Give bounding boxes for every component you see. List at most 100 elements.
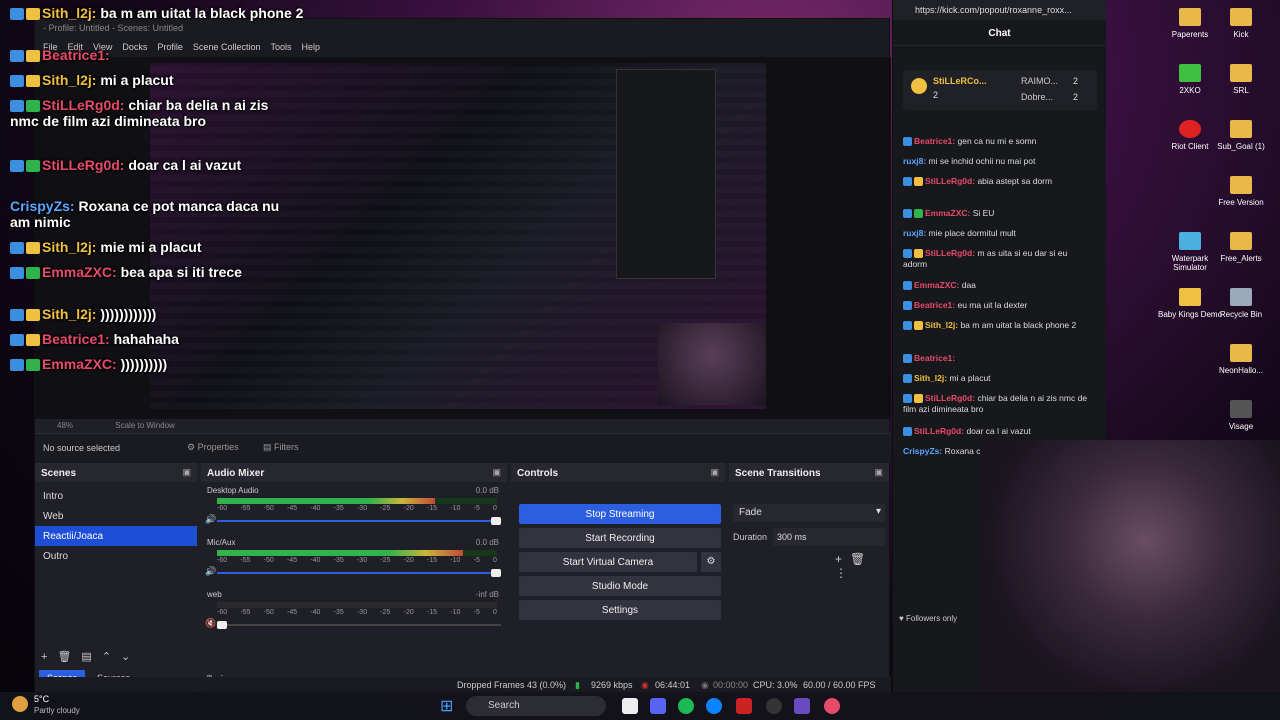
gold-medal-icon: [911, 78, 927, 94]
audio-mixer-header: Audio Mixer ▣: [201, 464, 507, 482]
desktop-icon-srl[interactable]: SRL: [1206, 64, 1276, 95]
spotify-icon[interactable]: [678, 698, 694, 714]
obs-title-bar: - Profile: Untitled - Scenes: Untitled: [35, 19, 889, 39]
slider-knob[interactable]: [491, 569, 501, 577]
more-options-icon[interactable]: ⋮: [835, 566, 855, 580]
app-icon[interactable]: [736, 698, 752, 714]
dock-menu-icon[interactable]: ▣: [492, 467, 501, 478]
windows-start-icon[interactable]: ⊞: [440, 696, 453, 716]
badge-icon: [10, 8, 24, 21]
remove-transition-icon[interactable]: 🗑: [850, 552, 873, 566]
weather-icon[interactable]: [12, 696, 28, 712]
zoom-level[interactable]: 48%: [57, 421, 73, 430]
scene-item-web[interactable]: Web: [35, 506, 197, 526]
dock-menu-icon[interactable]: ▣: [874, 467, 883, 478]
dropped-frames: Dropped Frames 43 (0.0%): [457, 680, 567, 690]
task-view-icon[interactable]: [622, 698, 638, 714]
speaker-icon[interactable]: 🔊: [205, 514, 216, 525]
desktop-icon-free-version[interactable]: Free Version: [1206, 176, 1276, 207]
studio-mode-button[interactable]: Studio Mode: [519, 576, 721, 596]
app-icon[interactable]: [794, 698, 810, 714]
status-bar: Dropped Frames 43 (0.0%) ▮ 9269 kbps ◉ 0…: [35, 677, 891, 693]
volume-slider[interactable]: [217, 569, 501, 577]
desktop-icon-neonhallo[interactable]: NeonHallo...: [1206, 344, 1276, 375]
nested-chat-thumbnail: [616, 69, 716, 279]
duration-input[interactable]: 300 ms: [773, 528, 885, 546]
transition-select[interactable]: Fade ▾: [733, 504, 885, 522]
menu-docks[interactable]: Docks: [122, 42, 147, 54]
chat-message: Beatrice1: eu ma uit la dexter: [903, 300, 1089, 311]
overlay-chat-line: StiLLeRg0d: doar ca l ai vazut: [10, 157, 280, 173]
chat-message: StiLLeRg0d: m as uita si eu dar si eu ad…: [903, 248, 1068, 269]
remove-scene-icon[interactable]: 🗑: [57, 651, 81, 663]
scene-item-intro[interactable]: Intro: [35, 486, 197, 506]
badge-icon: [10, 50, 24, 63]
properties-button[interactable]: ⚙ Properties: [187, 442, 239, 453]
start-recording-button[interactable]: Start Recording: [519, 528, 721, 548]
filters-button[interactable]: ▤ Filters: [263, 442, 299, 453]
stop-streaming-button[interactable]: Stop Streaming: [519, 504, 721, 524]
overlay-chat-line: Sith_l2j: mi a placut: [10, 72, 174, 88]
volume-slider[interactable]: [217, 621, 501, 629]
top-gifter-2-count: 2: [1073, 76, 1079, 86]
live-icon: ◉: [641, 680, 649, 690]
overlay-chat-line: EmmaZXC: )))))))))): [10, 356, 167, 372]
start-virtual-camera-button[interactable]: Start Virtual Camera: [519, 552, 697, 572]
scene-transitions-header: Scene Transitions ▣: [729, 464, 889, 482]
scene-item-outro[interactable]: Outro: [35, 546, 197, 566]
badge-icon: [26, 359, 40, 372]
scale-mode[interactable]: Scale to Window: [115, 421, 175, 430]
badge-icon: [26, 75, 40, 88]
recycle-bin-icon[interactable]: Recycle Bin: [1206, 288, 1276, 319]
chat-message: ruxj8: mie place dormitul mult: [903, 228, 1016, 238]
badge-icon: [26, 267, 40, 280]
fps: 60.00 / 60.00 FPS: [803, 680, 876, 690]
top-gifter-1-count: 2: [933, 90, 939, 100]
muted-speaker-icon[interactable]: 🔇: [205, 618, 216, 629]
slider-knob[interactable]: [491, 517, 501, 525]
slider-knob[interactable]: [217, 621, 227, 629]
edge-icon[interactable]: [706, 698, 722, 714]
volume-slider[interactable]: [217, 517, 501, 525]
followers-only-label: ♥ Followers only: [899, 614, 958, 623]
speaker-icon[interactable]: 🔊: [205, 566, 216, 577]
settings-button[interactable]: Settings: [519, 600, 721, 620]
desktop-icon-kick[interactable]: Kick: [1206, 8, 1276, 39]
overlay-chat-line: Sith_l2j: )))))))))))): [10, 306, 156, 322]
zoom-bar: 48% Scale to Window: [35, 419, 891, 433]
mixer-channel-web: web -inf dB -60 -55 -50 -45 -40 -35 -30 -25 -20-…: [201, 590, 501, 640]
badge-icon: [10, 242, 24, 255]
taskbar-search[interactable]: Search: [466, 696, 606, 716]
desktop-icon-sub-goal[interactable]: Sub_Goal (1): [1206, 120, 1276, 151]
move-down-icon[interactable]: ⌄: [121, 651, 140, 663]
menu-help[interactable]: Help: [301, 42, 320, 54]
app-icon[interactable]: [824, 698, 840, 714]
controls-dock: Controls ▣ Stop Streaming Start Recording…: [511, 463, 725, 695]
signal-icon: ▮: [575, 680, 580, 690]
badge-icon: [26, 334, 40, 347]
add-transition-icon[interactable]: +: [835, 552, 850, 566]
chat-message: Beatrice1:: [903, 353, 1089, 364]
dock-menu-icon[interactable]: ▣: [182, 467, 191, 478]
weather-desc: Partly cloudy: [34, 706, 80, 715]
obs-taskbar-icon[interactable]: [766, 698, 782, 714]
menu-tools[interactable]: Tools: [270, 42, 291, 54]
overlay-chat-line: Beatrice1: hahahaha: [10, 331, 179, 347]
add-scene-icon[interactable]: +: [41, 651, 57, 663]
scene-filter-icon[interactable]: ▤: [81, 651, 101, 663]
menu-profile[interactable]: Profile: [157, 42, 183, 54]
discord-icon[interactable]: [650, 698, 666, 714]
badge-icon: [10, 75, 24, 88]
address-bar[interactable]: https://kick.com/popout/roxanne_roxx...: [893, 0, 1106, 20]
move-up-icon[interactable]: ⌃: [102, 651, 121, 663]
desktop-icon-free-alerts[interactable]: Free_Alerts: [1206, 232, 1276, 263]
menu-scene-collection[interactable]: Scene Collection: [193, 42, 261, 54]
chat-message: Beatrice1: gen ca nu mi e somn: [903, 136, 1089, 147]
virtual-camera-settings-icon[interactable]: ⚙: [701, 552, 721, 572]
dock-menu-icon[interactable]: ▣: [710, 467, 719, 478]
desktop-icon-visage[interactable]: Visage: [1206, 400, 1276, 431]
overlay-chat-line: StiLLeRg0d: chiar ba delia n ai zis nmc …: [10, 97, 269, 129]
top-gifter-3: Dobre...: [1021, 92, 1054, 102]
record-time: 00:00:00: [713, 680, 749, 690]
scene-item-reactii-joaca[interactable]: Reactii/Joaca: [35, 526, 197, 546]
